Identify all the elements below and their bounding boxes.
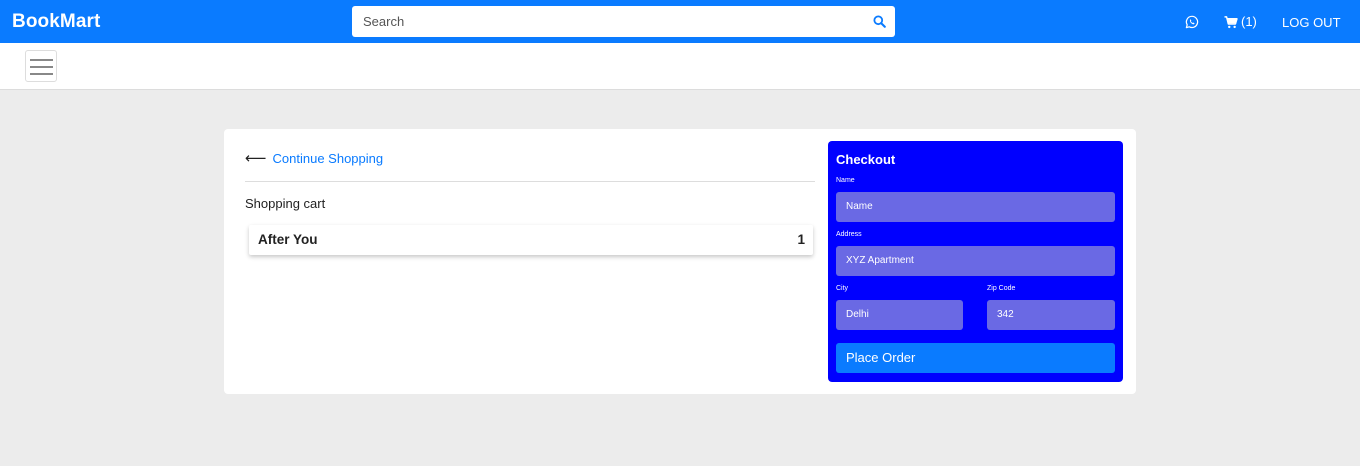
divider — [245, 181, 815, 182]
cart-item-quantity: 1 — [797, 232, 805, 247]
search-icon[interactable] — [873, 15, 886, 28]
continue-shopping-label: Continue Shopping — [272, 151, 384, 166]
cart-count: (1) — [1241, 14, 1257, 29]
cart-title: Shopping cart — [245, 196, 326, 211]
address-label: Address — [836, 231, 862, 238]
logout-button[interactable]: LOG OUT — [1282, 15, 1341, 31]
whatsapp-icon[interactable] — [1185, 15, 1199, 29]
cart-item-name: After You — [258, 232, 318, 247]
city-field[interactable]: Delhi — [836, 300, 963, 330]
menu-icon-bar-2 — [30, 66, 53, 68]
search-bar — [352, 6, 895, 37]
address-field[interactable]: XYZ Apartment — [836, 246, 1115, 276]
zip-code-label: Zip Code — [987, 285, 1016, 292]
search-input[interactable] — [352, 6, 832, 37]
menu-icon-bar-3 — [30, 73, 53, 75]
continue-shopping-link[interactable]: ⟵ Continue Shopping — [245, 149, 384, 167]
name-field[interactable]: Name — [836, 192, 1115, 222]
menu-icon-bar-1 — [30, 59, 53, 61]
cart-item[interactable]: After You 1 — [249, 225, 813, 255]
back-arrow-icon: ⟵ — [245, 149, 267, 167]
sub-navbar — [0, 43, 1360, 90]
top-navbar: BookMart (1) LOG OUT — [0, 0, 1360, 43]
name-label: Name — [836, 177, 855, 184]
checkout-panel: Checkout Name Name Address XYZ Apartment… — [828, 141, 1123, 382]
brand-logo[interactable]: BookMart — [12, 10, 100, 33]
city-label: City — [836, 285, 849, 292]
checkout-title: Checkout — [836, 152, 896, 167]
zip-code-field[interactable]: 342 — [987, 300, 1115, 330]
place-order-button[interactable]: Place Order — [836, 343, 1115, 373]
cart-icon — [1224, 15, 1238, 28]
cart-card: ⟵ Continue Shopping Shopping cart After … — [224, 129, 1136, 394]
menu-toggle-button[interactable] — [25, 50, 57, 82]
cart-link[interactable]: (1) — [1224, 14, 1257, 30]
